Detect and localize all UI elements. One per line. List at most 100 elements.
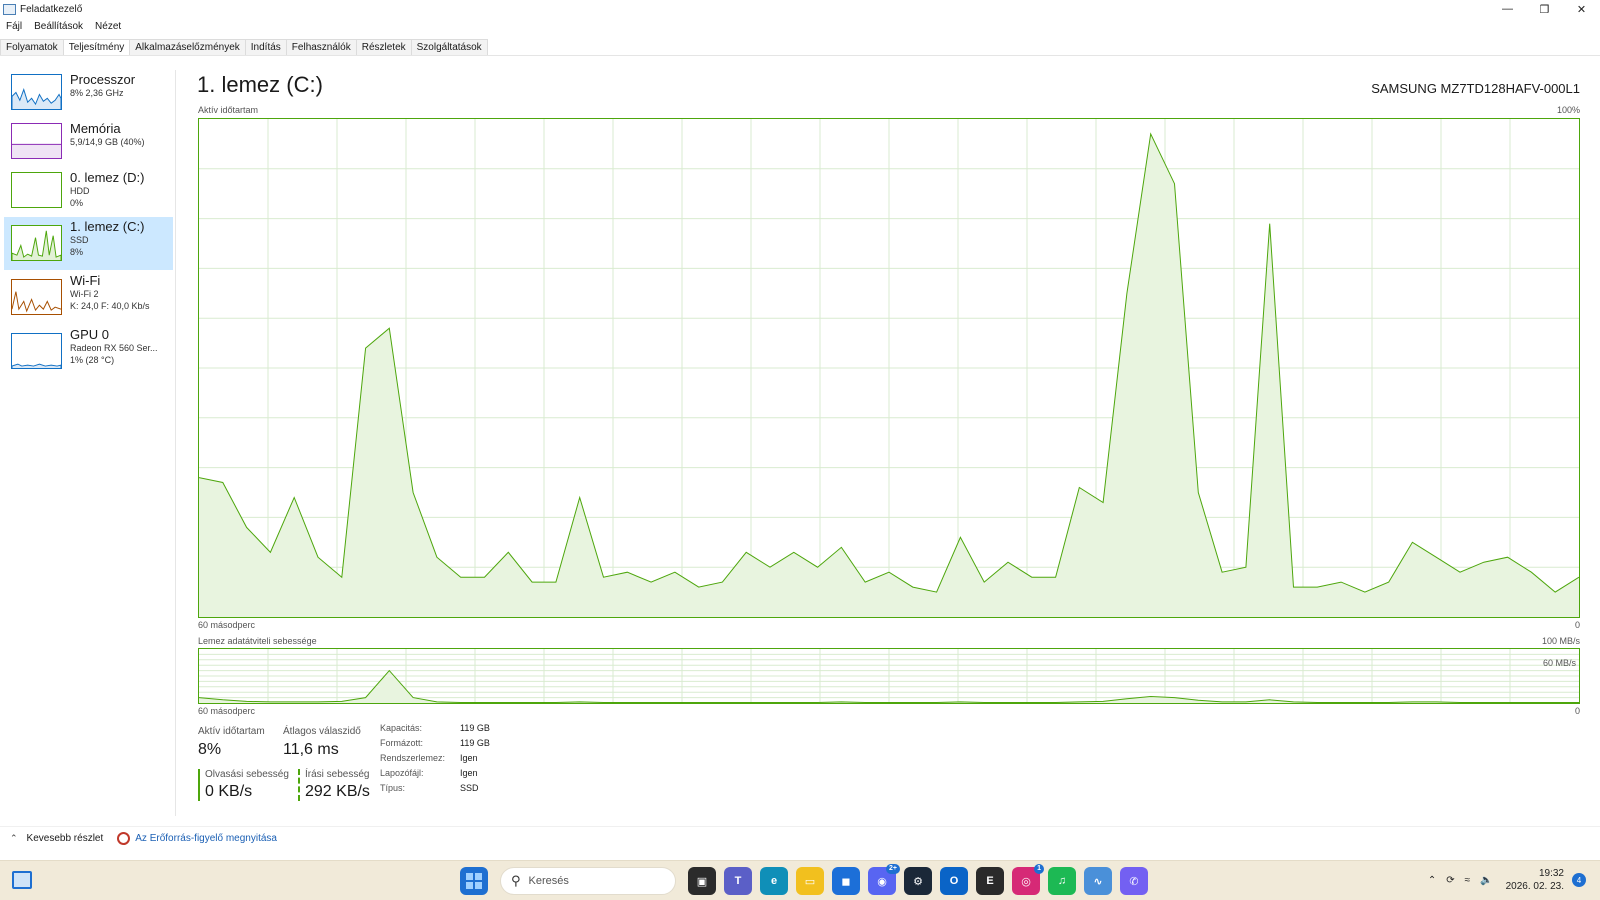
active-time-x-left: 60 másodperc bbox=[198, 620, 256, 630]
active-time-max-label: 100% bbox=[1556, 105, 1580, 115]
sync-icon[interactable]: ⟳ bbox=[1446, 875, 1454, 886]
stat-read-value: 0 KB/s bbox=[205, 783, 253, 800]
sidebar-item-disk-1[interactable]: 1. lemez (C:) SSD 8% bbox=[4, 217, 173, 270]
minimize-button[interactable]: — bbox=[1489, 0, 1526, 18]
sidebar-memory-name: Memória bbox=[70, 121, 121, 136]
sidebar-item-disk-0[interactable]: 0. lemez (D:) HDD 0% bbox=[4, 168, 173, 221]
clock[interactable]: 19:32 2026. 02. 23. bbox=[1506, 867, 1564, 893]
sidebar-gpu-model: Radeon RX 560 Ser... bbox=[70, 343, 158, 353]
taskbar-search[interactable]: ⚲ Keresés bbox=[500, 867, 676, 895]
sidebar-cpu-name: Processzor bbox=[70, 72, 136, 87]
sidebar-item-cpu[interactable]: Processzor 8% 2,36 GHz bbox=[4, 70, 173, 123]
discord-badge: 2+ bbox=[886, 864, 900, 874]
maximize-button[interactable]: ❐ bbox=[1526, 0, 1563, 18]
sidebar-memory-usage: 5,9/14,9 GB (40%) bbox=[70, 137, 145, 147]
transfer-x-left: 60 másodperc bbox=[198, 706, 256, 716]
transfer-chart: 60 MB/s bbox=[198, 648, 1580, 704]
menu-file[interactable]: Fájl bbox=[0, 19, 28, 35]
active-time-svg bbox=[199, 119, 1579, 617]
speaker-icon[interactable]: 🔈 bbox=[1480, 875, 1492, 886]
spotify-icon[interactable]: ♫ bbox=[1048, 867, 1076, 895]
stat-write-value: 292 KB/s bbox=[305, 783, 370, 800]
title-bar: Feladatkezelő — ❐ ✕ bbox=[0, 0, 1600, 18]
wifi-thumbnail bbox=[11, 279, 62, 315]
taskbar: ⚲ Keresés ▣ Te ▭ ◼ ◉ 2+ ⚙ O E ◎ 1 ♫ ∿ ✆ ⌃ ⟳ ≈ 🔈 19:32… bbox=[0, 860, 1600, 900]
device-model: SAMSUNG MZ7TD128HAFV-000L1 bbox=[1371, 81, 1580, 96]
page-title: 1. lemez (C:) bbox=[197, 72, 323, 97]
chevron-up-tray-icon[interactable]: ⌃ bbox=[1428, 875, 1436, 886]
memory-thumbnail bbox=[11, 123, 62, 159]
active-time-x-right: 0 bbox=[1574, 620, 1580, 630]
transfer-x-right: 0 bbox=[1574, 706, 1580, 716]
task-manager-icon bbox=[3, 3, 16, 15]
notification-badge[interactable]: 4 bbox=[1572, 873, 1586, 887]
menu-settings[interactable]: Beállítások bbox=[28, 19, 89, 35]
close-button[interactable]: ✕ bbox=[1563, 0, 1600, 18]
start-icon[interactable] bbox=[460, 867, 488, 895]
epic-games-icon[interactable]: E bbox=[976, 867, 1004, 895]
sidebar-disk0-type: HDD bbox=[70, 186, 90, 196]
sidebar-disk1-name: 1. lemez (C:) bbox=[70, 219, 145, 234]
sidebar-cpu-usage: 8% 2,36 GHz bbox=[70, 88, 124, 98]
transfer-svg bbox=[199, 649, 1579, 703]
task-manager-icon[interactable]: ∿ bbox=[1084, 867, 1112, 895]
steam-icon[interactable]: ⚙ bbox=[904, 867, 932, 895]
sidebar-item-gpu[interactable]: GPU 0 Radeon RX 560 Ser... 1% (28 °C) bbox=[4, 325, 173, 378]
active-time-chart-label: Aktív időtartam bbox=[198, 105, 259, 115]
instagram-icon[interactable]: ◎ 1 bbox=[1012, 864, 1044, 895]
gpu-thumbnail bbox=[11, 333, 62, 369]
outlook-icon[interactable]: O bbox=[940, 867, 968, 895]
tab-app-history[interactable]: Alkalmazáselőzmények bbox=[129, 39, 246, 55]
sidebar-wifi-speed: K: 24,0 F: 40,0 Kb/s bbox=[70, 301, 150, 311]
teams-icon[interactable]: T bbox=[724, 867, 752, 895]
instagram-badge: 1 bbox=[1034, 864, 1044, 874]
stat-avg-response-label: Átlagos válaszidő bbox=[283, 726, 361, 737]
footer-bar: ⌃ Kevesebb részlet Az Erőforrás-figyelő … bbox=[0, 826, 1600, 850]
sidebar-disk0-name: 0. lemez (D:) bbox=[70, 170, 145, 185]
edge-icon[interactable]: e bbox=[760, 867, 788, 895]
window-title: Feladatkezelő bbox=[20, 3, 83, 15]
sidebar-disk1-type: SSD bbox=[70, 235, 89, 245]
system-tray: ⌃ ⟳ ≈ 🔈 19:32 2026. 02. 23. 4 bbox=[1423, 867, 1586, 893]
active-time-chart bbox=[198, 118, 1580, 618]
widgets-icon[interactable] bbox=[12, 871, 32, 889]
tab-details[interactable]: Részletek bbox=[355, 39, 412, 55]
sidebar-wifi-name: Wi-Fi bbox=[70, 273, 101, 288]
store-icon[interactable]: ◼ bbox=[832, 867, 860, 895]
resource-monitor-icon bbox=[117, 832, 131, 845]
clock-time: 19:32 bbox=[1538, 868, 1564, 879]
menu-bar: Fájl Beállítások Nézet bbox=[0, 19, 127, 35]
tab-services[interactable]: Szolgáltatások bbox=[410, 39, 488, 55]
stat-write-label: Írási sebesség bbox=[305, 769, 370, 780]
fewer-details-link[interactable]: Kevesebb részlet bbox=[27, 833, 104, 844]
sidebar-item-wifi[interactable]: Wi-Fi Wi-Fi 2 K: 24,0 F: 40,0 Kb/s bbox=[4, 271, 173, 324]
resource-sidebar: Processzor 8% 2,36 GHz Memória 5,9/14,9 … bbox=[0, 70, 176, 816]
transfer-chart-label: Lemez adatátviteli sebessége bbox=[198, 636, 317, 646]
tab-bar: Folyamatok Teljesítmény Alkalmazáselőzmé… bbox=[0, 39, 1600, 56]
search-icon: ⚲ bbox=[511, 873, 521, 888]
open-resource-monitor-link[interactable]: Az Erőforrás-figyelő megnyitása bbox=[135, 833, 277, 844]
search-placeholder: Keresés bbox=[528, 875, 569, 887]
wifi-icon[interactable]: ≈ bbox=[1465, 875, 1471, 886]
clock-date: 2026. 02. 23. bbox=[1505, 881, 1564, 892]
viber-icon[interactable]: ✆ bbox=[1120, 867, 1148, 895]
disk0-thumbnail bbox=[11, 172, 62, 208]
sidebar-gpu-usage: 1% (28 °C) bbox=[70, 355, 115, 365]
sidebar-disk1-usage: 8% bbox=[70, 247, 84, 257]
task-view-icon[interactable]: ▣ bbox=[688, 867, 716, 895]
stat-active-time-value: 8% bbox=[198, 741, 222, 758]
stat-avg-response-value: 11,6 ms bbox=[283, 741, 339, 758]
file-explorer-icon[interactable]: ▭ bbox=[796, 867, 824, 895]
cpu-thumbnail bbox=[11, 74, 62, 110]
menu-view[interactable]: Nézet bbox=[89, 19, 127, 35]
stat-active-time-label: Aktív időtartam bbox=[198, 726, 265, 737]
tab-processes[interactable]: Folyamatok bbox=[0, 39, 64, 55]
tab-performance[interactable]: Teljesítmény bbox=[62, 39, 131, 55]
tab-startup[interactable]: Indítás bbox=[244, 39, 287, 55]
taskbar-apps: ⚲ Keresés ▣ Te ▭ ◼ ◉ 2+ ⚙ O E ◎ 1 ♫ ∿ ✆ bbox=[456, 864, 1152, 895]
chevron-up-icon[interactable]: ⌃ bbox=[10, 833, 18, 844]
tab-users[interactable]: Felhasználók bbox=[285, 39, 357, 55]
sidebar-item-memory[interactable]: Memória 5,9/14,9 GB (40%) bbox=[4, 119, 173, 172]
disk1-thumbnail bbox=[11, 225, 62, 261]
discord-icon[interactable]: ◉ 2+ bbox=[868, 864, 900, 895]
